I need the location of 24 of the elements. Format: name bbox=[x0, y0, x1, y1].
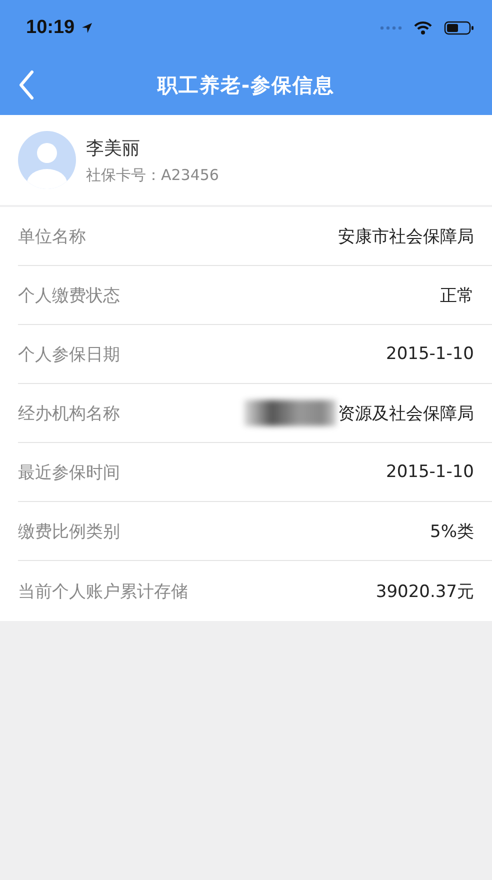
signal-icon bbox=[380, 26, 402, 30]
avatar-icon bbox=[18, 131, 76, 189]
battery-icon bbox=[444, 20, 474, 34]
field-value: 5%类 bbox=[430, 520, 474, 542]
field-label: 单位名称 bbox=[18, 226, 86, 248]
page-title: 职工养老-参保信息 bbox=[156, 72, 336, 98]
field-value: 安康市社会保障局 bbox=[338, 226, 474, 248]
field-label: 缴费比例类别 bbox=[18, 520, 120, 542]
field-label: 经办机构名称 bbox=[18, 402, 120, 424]
field-value: 资源及社会保障局 bbox=[338, 402, 474, 424]
field-label: 当前个人账户累计存储 bbox=[18, 580, 188, 602]
field-value: 正常 bbox=[440, 284, 474, 306]
card-number: A23456 bbox=[161, 166, 219, 184]
field-value: 2015-1-10 bbox=[386, 462, 474, 482]
status-time: 10:19 bbox=[26, 16, 75, 38]
location-arrow-icon bbox=[80, 22, 93, 34]
wifi-icon bbox=[414, 20, 432, 34]
field-value: 2015-1-10 bbox=[386, 344, 474, 364]
field-value: 39020.37元 bbox=[376, 580, 474, 602]
card-label: 社保卡号： bbox=[86, 166, 161, 184]
field-label: 最近参保时间 bbox=[18, 462, 120, 484]
user-name: 李美丽 bbox=[86, 136, 141, 160]
field-label: 个人参保日期 bbox=[18, 344, 120, 366]
field-label: 个人缴费状态 bbox=[18, 284, 120, 306]
